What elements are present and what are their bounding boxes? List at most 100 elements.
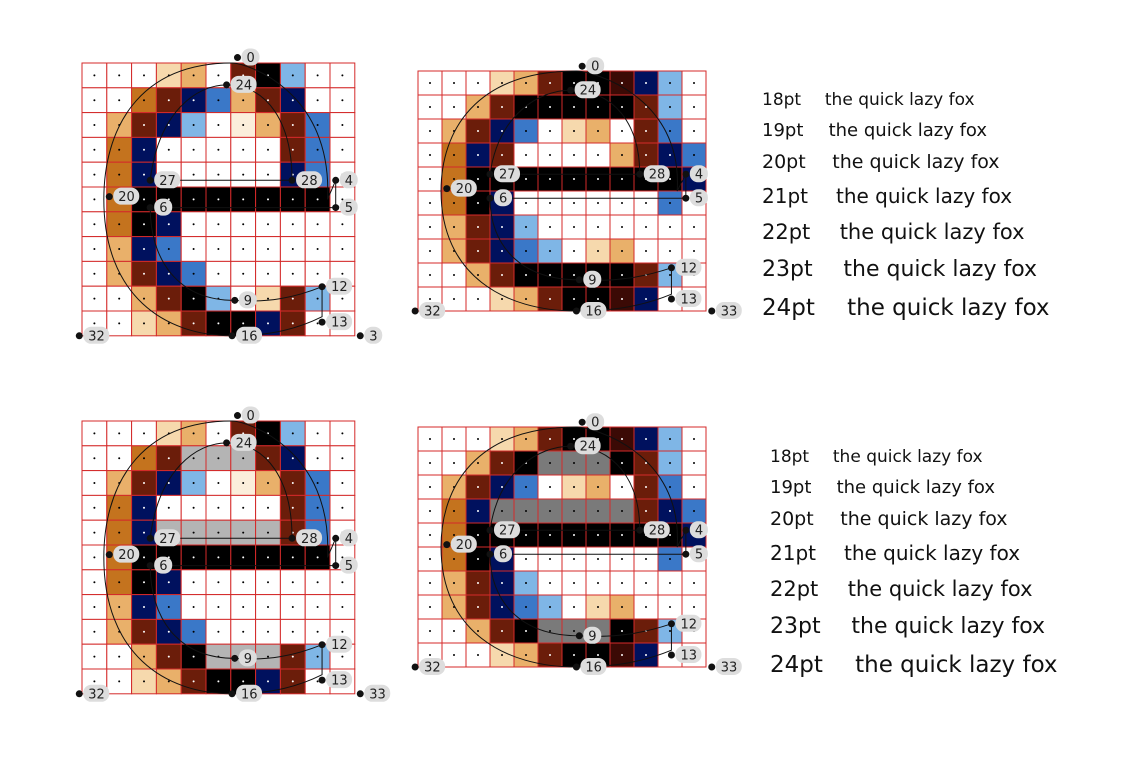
text-sample-row: 19pt the quick lazy fox [770,477,995,498]
pixel-center-dot [118,457,121,460]
pixel-center-dot [573,82,575,84]
pixel-center-dot [143,223,145,226]
pixel-center-dot [621,606,623,608]
pixel-center-dot [341,655,344,658]
pixel-center-dot [167,506,170,509]
font-size-label: 18pt [762,90,802,110]
pixel-center-dot [242,148,245,151]
pixel-center-dot [597,298,599,300]
control-point [332,562,340,570]
pixel-center-dot [167,581,170,584]
pixel-center-dot [477,438,479,440]
pixel-center-dot [597,202,599,204]
pixel-center-dot [217,531,220,534]
point-label: 16 [585,305,602,320]
pixel-center-dot [217,680,220,683]
pixel-center-dot [192,223,195,226]
pixel-center-dot [267,581,269,584]
pixel-center-dot [621,510,623,512]
pixel-center-dot [192,173,195,176]
pixel-center-dot [217,124,220,126]
pixel-center-dot [192,198,195,201]
pixel-center-dot [192,432,195,435]
pixel-center-dot [316,148,319,151]
pixel-center-dot [573,274,575,276]
pixel-center-dot [477,82,479,84]
pixel-center-dot [525,630,527,632]
pixel-center-dot [645,298,647,300]
pixel-center-dot [118,581,121,584]
point-label: 28 [649,168,666,183]
pixel-center-dot [525,558,527,560]
pixel-center-dot [93,173,96,176]
pixel-center-dot [167,457,170,460]
pixel-center-dot [669,82,671,84]
pixel-center-dot [242,556,245,559]
pixel-center-dot [549,462,551,464]
pixel-center-dot [693,582,695,584]
pixel-center-dot [429,582,431,584]
pixel-center-dot [453,106,455,108]
pixel-center-dot [118,432,121,435]
pixel-center-dot [341,432,344,435]
point-label: 32 [88,329,105,344]
pixel-center-dot [525,82,527,84]
pixel-center-dot [93,198,96,201]
control-point [233,54,241,62]
pixel-center-dot [192,680,195,683]
pixel-center-dot [291,272,294,275]
pixel-center-dot [477,534,479,536]
control-point [146,534,154,542]
pixel-center-dot [341,506,344,509]
pixel-center-dot [316,482,319,484]
pixel-center-dot [341,74,344,77]
pixel-center-dot [645,462,647,464]
pixel-center-dot [93,482,96,484]
pixel-center-dot [501,486,503,488]
control-point [318,283,326,291]
control-point [356,690,364,698]
pixel-center-dot [93,432,96,435]
pixel-center-dot [291,297,294,300]
pixel-center-dot [93,74,96,77]
pixel-center-dot [316,457,319,460]
pixel-center-dot [291,630,294,633]
pixel-center-dot [291,606,294,608]
pixel-center-dot [621,202,623,204]
point-label: 24 [580,84,597,99]
pixel-center-dot [429,486,431,488]
pixel-center-dot [669,606,671,608]
point-label: 33 [721,661,738,676]
pixel-center-dot [167,99,170,102]
pixel-center-dot [143,74,145,77]
pixel-center-dot [501,82,503,84]
pixel-center-dot [645,250,647,252]
pixel-center-dot [192,655,195,658]
pixel-center-dot [316,556,319,559]
pixel-center-dot [501,462,503,464]
font-size-label: 18pt [770,447,810,467]
pixel-center-dot [645,582,647,584]
pixel-center-dot [143,556,145,559]
pixel-center-dot [429,82,431,84]
pixel-center-dot [453,654,455,656]
glyph-panel-top-right: 0 24 27 28 4 20 6 5 12 9 13 16 32 33 [411,57,742,320]
pixel-center-dot [242,272,245,275]
pixel-center-dot [242,506,245,509]
pixel-center-dot [525,202,527,204]
pixel-center-dot [573,558,575,560]
pixel-center-dot [621,486,623,488]
pixel-center-dot [291,99,294,102]
pixel-center-dot [291,198,294,201]
pixel-center-dot [477,486,479,488]
glyph-panel-bottom-right: 0 24 27 28 4 20 6 5 12 9 13 16 32 33 [411,413,742,676]
pixel-center-dot [267,556,269,559]
pixel-center-dot [501,606,503,608]
pixel-center-dot [316,322,319,325]
pixel-center-dot [167,606,170,608]
pixel-center-dot [501,654,503,656]
pixel-center-dot [573,298,575,300]
pixel-center-dot [549,438,551,440]
control-point [682,526,690,534]
control-point [233,412,241,420]
